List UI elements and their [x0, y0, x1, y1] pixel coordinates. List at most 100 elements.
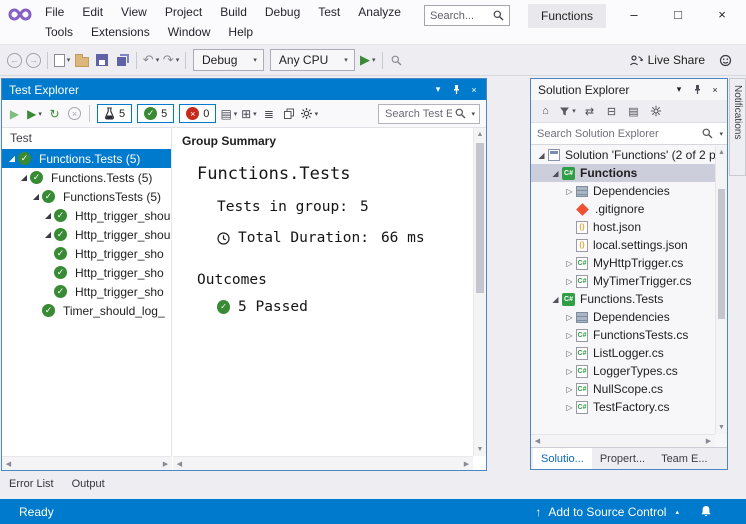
solution-hscrollbar[interactable]: ◀ ▶ — [531, 434, 715, 447]
test-tree-item[interactable]: ◢✓Functions.Tests (5) — [2, 149, 171, 168]
notifications-tab[interactable]: Notifications — [729, 78, 746, 176]
solution-tree-item[interactable]: ▷C#LoggerTypes.cs — [531, 362, 715, 380]
expander-icon[interactable]: ▷ — [563, 259, 576, 268]
home-button[interactable]: ⌂ — [537, 102, 554, 120]
properties-button[interactable] — [647, 102, 664, 120]
scroll-down-icon[interactable]: ▼ — [474, 443, 486, 456]
filter-all-tests-button[interactable]: 5 — [97, 104, 132, 123]
show-all-files-button[interactable]: ▤ — [625, 102, 642, 120]
close-button[interactable]: × — [700, 0, 744, 28]
expander-icon[interactable]: ▷ — [563, 349, 576, 358]
filter-button[interactable]: ▾ — [559, 102, 576, 120]
expander-icon[interactable]: ◢ — [535, 151, 548, 160]
feedback-button[interactable] — [715, 49, 735, 71]
scroll-left-icon[interactable]: ◀ — [173, 460, 186, 468]
test-tree-item[interactable]: ◢✓Http_trigger_shoul — [2, 206, 171, 225]
summary-hscrollbar[interactable]: ◀ ▶ — [173, 456, 473, 470]
repeat-last-run-button[interactable]: ↻ — [45, 104, 64, 124]
solution-tree-item[interactable]: .gitignore — [531, 200, 715, 218]
expander-icon[interactable]: ▷ — [563, 331, 576, 340]
sync-with-active-document-button[interactable]: ⇄ — [581, 102, 598, 120]
test-tree-item[interactable]: ✓Http_trigger_sho — [2, 263, 171, 282]
expander-icon[interactable]: ▷ — [563, 277, 576, 286]
navigate-back-button[interactable]: ← — [7, 53, 22, 68]
tab-solutio[interactable]: Solutio... — [533, 448, 592, 469]
expander-icon[interactable]: ◢ — [30, 192, 42, 201]
test-tree-item[interactable]: ◢✓Functions.Tests (5) — [2, 168, 171, 187]
summary-vscrollbar[interactable]: ▲ ▼ — [473, 128, 486, 456]
close-panel-button[interactable]: × — [706, 81, 724, 98]
solution-tree-item[interactable]: ◢C#Functions.Tests — [531, 290, 715, 308]
menu-window[interactable]: Window — [159, 22, 220, 42]
solution-vscrollbar[interactable]: ▲ ▼ — [715, 146, 727, 434]
menu-view[interactable]: View — [112, 2, 156, 22]
test-tree-item[interactable]: ✓Http_trigger_sho — [2, 244, 171, 263]
expander-icon[interactable]: ▷ — [563, 187, 576, 196]
menu-help[interactable]: Help — [219, 22, 262, 42]
scroll-up-icon[interactable]: ▲ — [716, 146, 727, 159]
solution-tree-item[interactable]: ▷C#MyTimerTrigger.cs — [531, 272, 715, 290]
playlist-button[interactable]: ▤▾ — [219, 104, 238, 124]
run-all-tests-button[interactable]: ▶ — [5, 104, 24, 124]
tab-error-list[interactable]: Error List — [9, 478, 54, 499]
solution-platform-dropdown[interactable]: Any CPU▾ — [270, 49, 355, 71]
solution-tree-item[interactable]: {}local.settings.json — [531, 236, 715, 254]
save-button[interactable] — [92, 49, 112, 71]
undo-button[interactable]: ↶▾ — [141, 49, 161, 71]
scroll-left-icon[interactable]: ◀ — [531, 437, 544, 445]
minimize-button[interactable]: – — [612, 0, 656, 28]
expander-icon[interactable]: ◢ — [18, 173, 30, 182]
expander-icon[interactable]: ◢ — [549, 169, 562, 178]
tab-teame[interactable]: Team E... — [653, 448, 715, 469]
solution-tree-item[interactable]: ▷C#ListLogger.cs — [531, 344, 715, 362]
expander-icon[interactable]: ▷ — [563, 403, 576, 412]
menu-test[interactable]: Test — [309, 2, 349, 22]
navigate-forward-button[interactable]: → — [26, 53, 41, 68]
expander-icon[interactable]: ▷ — [563, 367, 576, 376]
cancel-run-button[interactable]: × — [65, 104, 84, 124]
add-to-source-control-button[interactable]: Add to Source Control — [548, 505, 666, 519]
window-position-button[interactable]: ▾ — [670, 81, 688, 98]
filter-failed-tests-button[interactable]: × 0 — [179, 104, 216, 123]
save-all-button[interactable] — [112, 49, 132, 71]
solution-search-input[interactable]: Search Solution Explorer ▾ — [531, 123, 727, 145]
solution-tree-item[interactable]: ◢Solution 'Functions' (2 of 2 p — [531, 146, 715, 164]
solution-tree-item[interactable]: ▷Dependencies — [531, 308, 715, 326]
new-file-button[interactable]: ▾ — [52, 49, 72, 71]
expander-icon[interactable]: ◢ — [6, 154, 18, 163]
scroll-right-icon[interactable]: ▶ — [159, 460, 172, 468]
find-in-files-button[interactable] — [387, 49, 407, 71]
expander-icon[interactable]: ◢ — [549, 295, 562, 304]
hierarchy-button[interactable]: ≣ — [259, 104, 278, 124]
test-tree-item[interactable]: ◢✓Http_trigger_shoul — [2, 225, 171, 244]
start-debugging-button[interactable]: ▶▾ — [358, 49, 378, 71]
solution-tree-item[interactable]: ▷C#TestFactory.cs — [531, 398, 715, 416]
scroll-right-icon[interactable]: ▶ — [702, 437, 715, 445]
scroll-left-icon[interactable]: ◀ — [2, 460, 15, 468]
solution-tree-item[interactable]: ▷C#NullScope.cs — [531, 380, 715, 398]
copy-button[interactable] — [279, 104, 298, 124]
chevron-up-icon[interactable]: ▴ — [675, 508, 679, 516]
pin-button[interactable] — [447, 81, 465, 98]
test-tree-item[interactable]: ✓Http_trigger_sho — [2, 282, 171, 301]
test-tree-hscrollbar[interactable]: ◀ ▶ — [2, 456, 172, 470]
test-settings-button[interactable]: ▾ — [299, 104, 318, 124]
quick-launch-search[interactable]: Search... — [424, 5, 510, 26]
solution-tree-item[interactable]: ▷Dependencies — [531, 182, 715, 200]
menu-debug[interactable]: Debug — [256, 2, 309, 22]
scroll-thumb[interactable] — [476, 143, 484, 293]
expander-icon[interactable]: ◢ — [42, 211, 54, 220]
menu-analyze[interactable]: Analyze — [349, 2, 410, 22]
menu-extensions[interactable]: Extensions — [82, 22, 159, 42]
collapse-all-button[interactable]: ⊟ — [603, 102, 620, 120]
close-panel-button[interactable]: × — [465, 81, 483, 98]
filter-passed-tests-button[interactable]: ✓ 5 — [137, 104, 174, 123]
solution-tree-item[interactable]: ▷C#MyHttpTrigger.cs — [531, 254, 715, 272]
live-share-button[interactable]: Live Share — [629, 53, 705, 67]
maximize-button[interactable]: □ — [656, 0, 700, 28]
solution-tree-item[interactable]: ◢C#Functions — [531, 164, 715, 182]
notifications-bell-button[interactable] — [700, 505, 712, 518]
run-tests-button[interactable]: ▶▾ — [25, 104, 44, 124]
menu-project[interactable]: Project — [156, 2, 211, 22]
expander-icon[interactable]: ▷ — [563, 313, 576, 322]
